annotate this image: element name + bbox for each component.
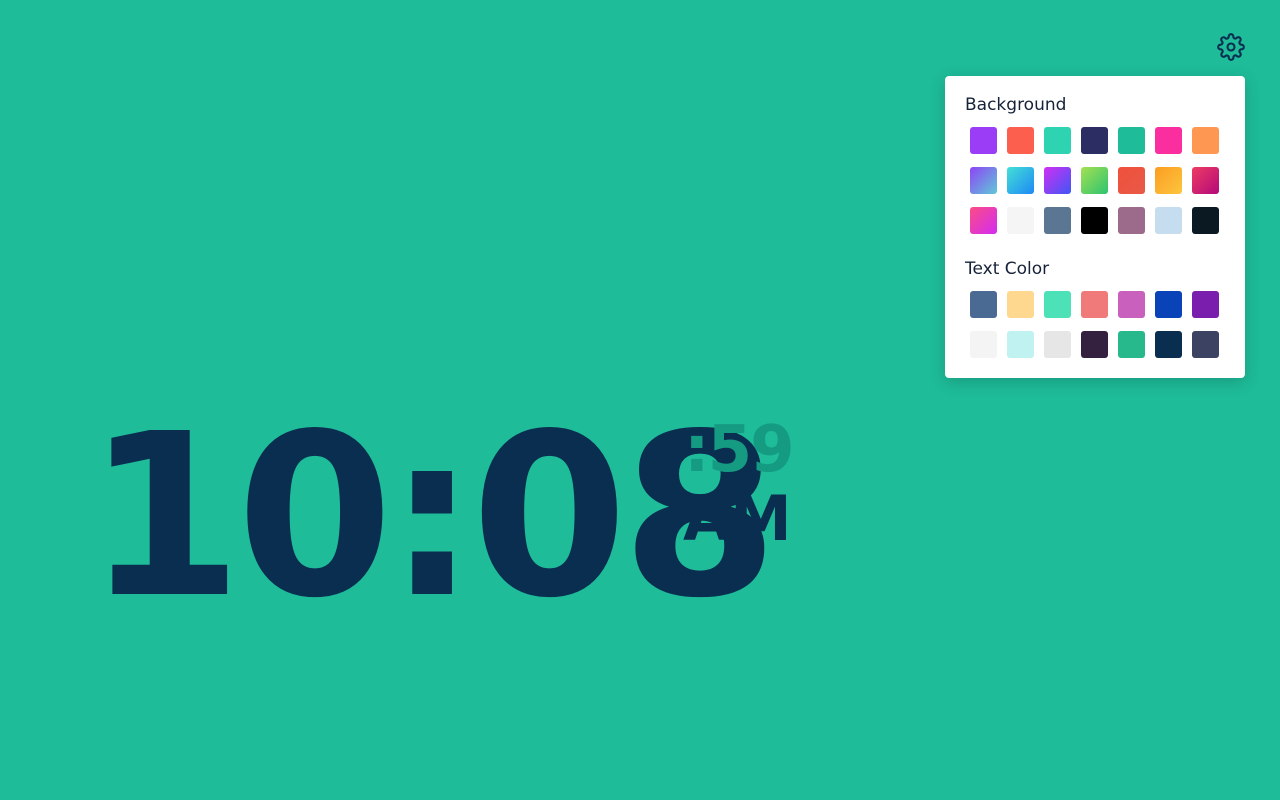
- background-swatch[interactable]: [1007, 167, 1034, 194]
- background-swatch[interactable]: [1155, 207, 1182, 234]
- text-color-swatch[interactable]: [970, 331, 997, 358]
- clock-period: AM: [683, 482, 792, 555]
- background-swatch[interactable]: [1155, 167, 1182, 194]
- text-color-swatch[interactable]: [1007, 331, 1034, 358]
- text-color-swatch[interactable]: [1081, 291, 1108, 318]
- text-color-swatch[interactable]: [1192, 331, 1219, 358]
- background-swatch[interactable]: [1081, 207, 1108, 234]
- text-color-swatch[interactable]: [1192, 291, 1219, 318]
- background-swatch[interactable]: [1081, 127, 1108, 154]
- background-swatch[interactable]: [1081, 167, 1108, 194]
- background-heading: Background: [965, 95, 1067, 115]
- background-swatch[interactable]: [1044, 167, 1071, 194]
- background-swatch[interactable]: [1044, 207, 1071, 234]
- settings-button[interactable]: [1216, 32, 1246, 66]
- background-swatch[interactable]: [1192, 127, 1219, 154]
- background-swatch[interactable]: [1007, 207, 1034, 234]
- background-swatch[interactable]: [1118, 167, 1145, 194]
- text-color-swatch[interactable]: [1044, 331, 1071, 358]
- background-swatch[interactable]: [1007, 127, 1034, 154]
- background-swatch[interactable]: [1155, 127, 1182, 154]
- clock-seconds: :59: [684, 413, 795, 487]
- background-swatch[interactable]: [1192, 167, 1219, 194]
- background-swatch[interactable]: [970, 127, 997, 154]
- text-color-swatch[interactable]: [1118, 331, 1145, 358]
- text-color-swatch[interactable]: [1155, 331, 1182, 358]
- background-swatch[interactable]: [970, 207, 997, 234]
- text-color-swatch-grid: [970, 291, 1219, 358]
- background-swatch[interactable]: [1044, 127, 1071, 154]
- text-color-swatch[interactable]: [1044, 291, 1071, 318]
- text-color-swatch[interactable]: [1155, 291, 1182, 318]
- background-swatch[interactable]: [1118, 127, 1145, 154]
- background-swatch[interactable]: [1118, 207, 1145, 234]
- text-color-swatch[interactable]: [1081, 331, 1108, 358]
- background-swatch-grid: [970, 127, 1219, 234]
- clock-time: 10:08: [86, 386, 778, 648]
- text-color-swatch[interactable]: [1118, 291, 1145, 318]
- gear-icon: [1217, 32, 1245, 66]
- text-color-swatch[interactable]: [1007, 291, 1034, 318]
- settings-panel: Background Text Color: [945, 76, 1245, 378]
- background-swatch[interactable]: [1192, 207, 1219, 234]
- text-color-swatch[interactable]: [970, 291, 997, 318]
- background-swatch[interactable]: [970, 167, 997, 194]
- text-color-heading: Text Color: [965, 259, 1050, 279]
